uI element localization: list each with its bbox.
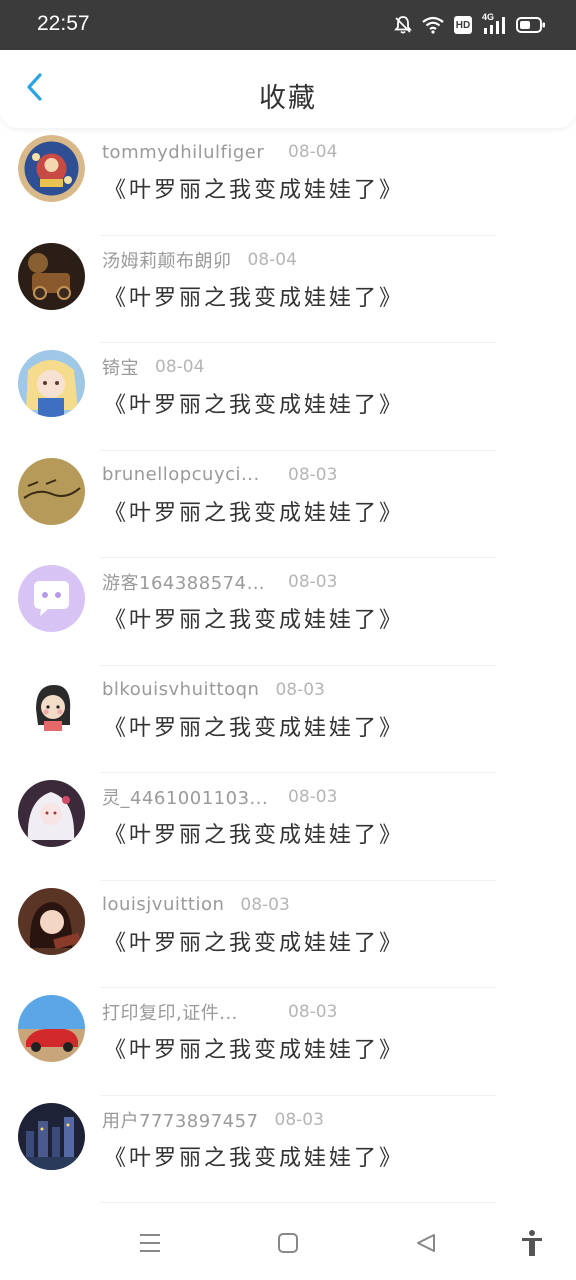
- book-title[interactable]: 《叶罗丽之我变成娃娃了》: [104, 387, 404, 419]
- book-title[interactable]: 《叶罗丽之我变成娃娃了》: [104, 280, 404, 312]
- status-icons: HD 4G: [394, 12, 546, 37]
- username[interactable]: tommydhilulfiger: [102, 142, 272, 163]
- username[interactable]: 用户7773897457: [102, 1107, 259, 1133]
- item-meta: blkouisvhuittoqn 08-03: [102, 678, 325, 702]
- status-time: 22:57: [37, 12, 90, 35]
- username[interactable]: 锜宝: [102, 354, 139, 380]
- list-item[interactable]: blkouisvhuittoqn 08-03 《叶罗丽之我变成娃娃了》: [0, 666, 576, 773]
- book-title[interactable]: 《叶罗丽之我变成娃娃了》: [104, 172, 404, 204]
- favorites-list: tommydhilulfiger 08-04 《叶罗丽之我变成娃娃了》 汤姆莉颠…: [0, 128, 576, 1203]
- username[interactable]: 汤姆莉颠布朗卯: [102, 247, 232, 273]
- list-item[interactable]: 汤姆莉颠布朗卯 08-04 《叶罗丽之我变成娃娃了》: [0, 236, 576, 343]
- avatar[interactable]: [18, 457, 85, 525]
- username[interactable]: 打印复印,证件...: [102, 999, 272, 1025]
- home-button[interactable]: [270, 1227, 306, 1263]
- date: 08-03: [275, 679, 325, 700]
- list-item[interactable]: 用户7773897457 08-03 《叶罗丽之我变成娃娃了》: [0, 1096, 576, 1203]
- book-title[interactable]: 《叶罗丽之我变成娃娃了》: [104, 925, 404, 957]
- item-meta: louisjvuittion 08-03: [102, 893, 290, 917]
- item-meta: 灵_4461001103... 08-03: [102, 785, 337, 809]
- username[interactable]: blkouisvhuittoqn: [102, 679, 259, 700]
- list-item[interactable]: 锜宝 08-04 《叶罗丽之我变成娃娃了》: [0, 343, 576, 451]
- item-meta: 汤姆莉颠布朗卯 08-04: [102, 248, 297, 272]
- item-meta: 打印复印,证件... 08-03: [102, 1000, 337, 1024]
- username[interactable]: 灵_4461001103...: [102, 784, 272, 810]
- header: 收藏: [0, 50, 576, 128]
- date: 08-04: [288, 142, 338, 162]
- avatar[interactable]: [18, 242, 85, 310]
- home-square-icon: [277, 1232, 299, 1258]
- bell-off-icon: [394, 15, 412, 35]
- menu-button[interactable]: [132, 1227, 168, 1263]
- date: 08-03: [288, 572, 338, 592]
- list-item[interactable]: louisjvuittion 08-03 《叶罗丽之我变成娃娃了》: [0, 881, 576, 988]
- book-title[interactable]: 《叶罗丽之我变成娃娃了》: [104, 1032, 404, 1064]
- item-meta: brunellopcuyci... 08-03: [102, 463, 337, 487]
- hd-icon: HD: [454, 16, 472, 34]
- date: 08-03: [288, 1002, 338, 1022]
- accessibility-button[interactable]: [514, 1227, 550, 1263]
- username[interactable]: brunellopcuyci...: [102, 464, 272, 485]
- signal-4g-icon: 4G: [482, 12, 506, 35]
- back-triangle-icon: [415, 1232, 437, 1258]
- menu-icon: [139, 1233, 161, 1257]
- list-item[interactable]: brunellopcuyci... 08-03 《叶罗丽之我变成娃娃了》: [0, 451, 576, 558]
- book-title[interactable]: 《叶罗丽之我变成娃娃了》: [104, 710, 404, 742]
- page-title: 收藏: [259, 83, 317, 114]
- battery-icon: [516, 16, 546, 34]
- username[interactable]: 游客1643885742...: [102, 569, 272, 595]
- avatar[interactable]: [18, 995, 85, 1062]
- avatar[interactable]: [18, 672, 85, 740]
- item-meta: 游客1643885742... 08-03: [102, 570, 337, 594]
- book-title[interactable]: 《叶罗丽之我变成娃娃了》: [104, 1140, 404, 1172]
- date: 08-04: [247, 249, 297, 270]
- username[interactable]: louisjvuittion: [102, 894, 224, 915]
- status-bar: 22:57 HD 4G: [0, 0, 576, 50]
- list-item[interactable]: tommydhilulfiger 08-04 《叶罗丽之我变成娃娃了》: [0, 128, 576, 236]
- book-title[interactable]: 《叶罗丽之我变成娃娃了》: [104, 817, 404, 849]
- date: 08-03: [240, 894, 290, 915]
- wifi-icon: [422, 16, 444, 34]
- back-nav-button[interactable]: [408, 1227, 444, 1263]
- list-item[interactable]: 灵_4461001103... 08-03 《叶罗丽之我变成娃娃了》: [0, 773, 576, 881]
- date: 08-03: [288, 464, 338, 485]
- avatar[interactable]: [18, 350, 85, 417]
- book-title[interactable]: 《叶罗丽之我变成娃娃了》: [104, 602, 404, 634]
- item-meta: tommydhilulfiger 08-04: [102, 140, 337, 164]
- system-nav-bar: [0, 1205, 576, 1280]
- avatar[interactable]: [18, 1102, 85, 1170]
- date: 08-04: [155, 357, 205, 377]
- item-meta: 用户7773897457 08-03: [102, 1108, 324, 1132]
- avatar[interactable]: [18, 780, 85, 847]
- avatar[interactable]: [18, 135, 85, 202]
- avatar[interactable]: [18, 565, 85, 632]
- item-meta: 锜宝 08-04: [102, 355, 204, 379]
- list-item[interactable]: 游客1643885742... 08-03 《叶罗丽之我变成娃娃了》: [0, 558, 576, 666]
- list-item[interactable]: 打印复印,证件... 08-03 《叶罗丽之我变成娃娃了》: [0, 988, 576, 1096]
- avatar[interactable]: [18, 887, 85, 955]
- divider: [100, 1202, 496, 1203]
- date: 08-03: [288, 787, 338, 807]
- book-title[interactable]: 《叶罗丽之我变成娃娃了》: [104, 495, 404, 527]
- accessibility-icon: [520, 1229, 544, 1261]
- date: 08-03: [274, 1109, 324, 1130]
